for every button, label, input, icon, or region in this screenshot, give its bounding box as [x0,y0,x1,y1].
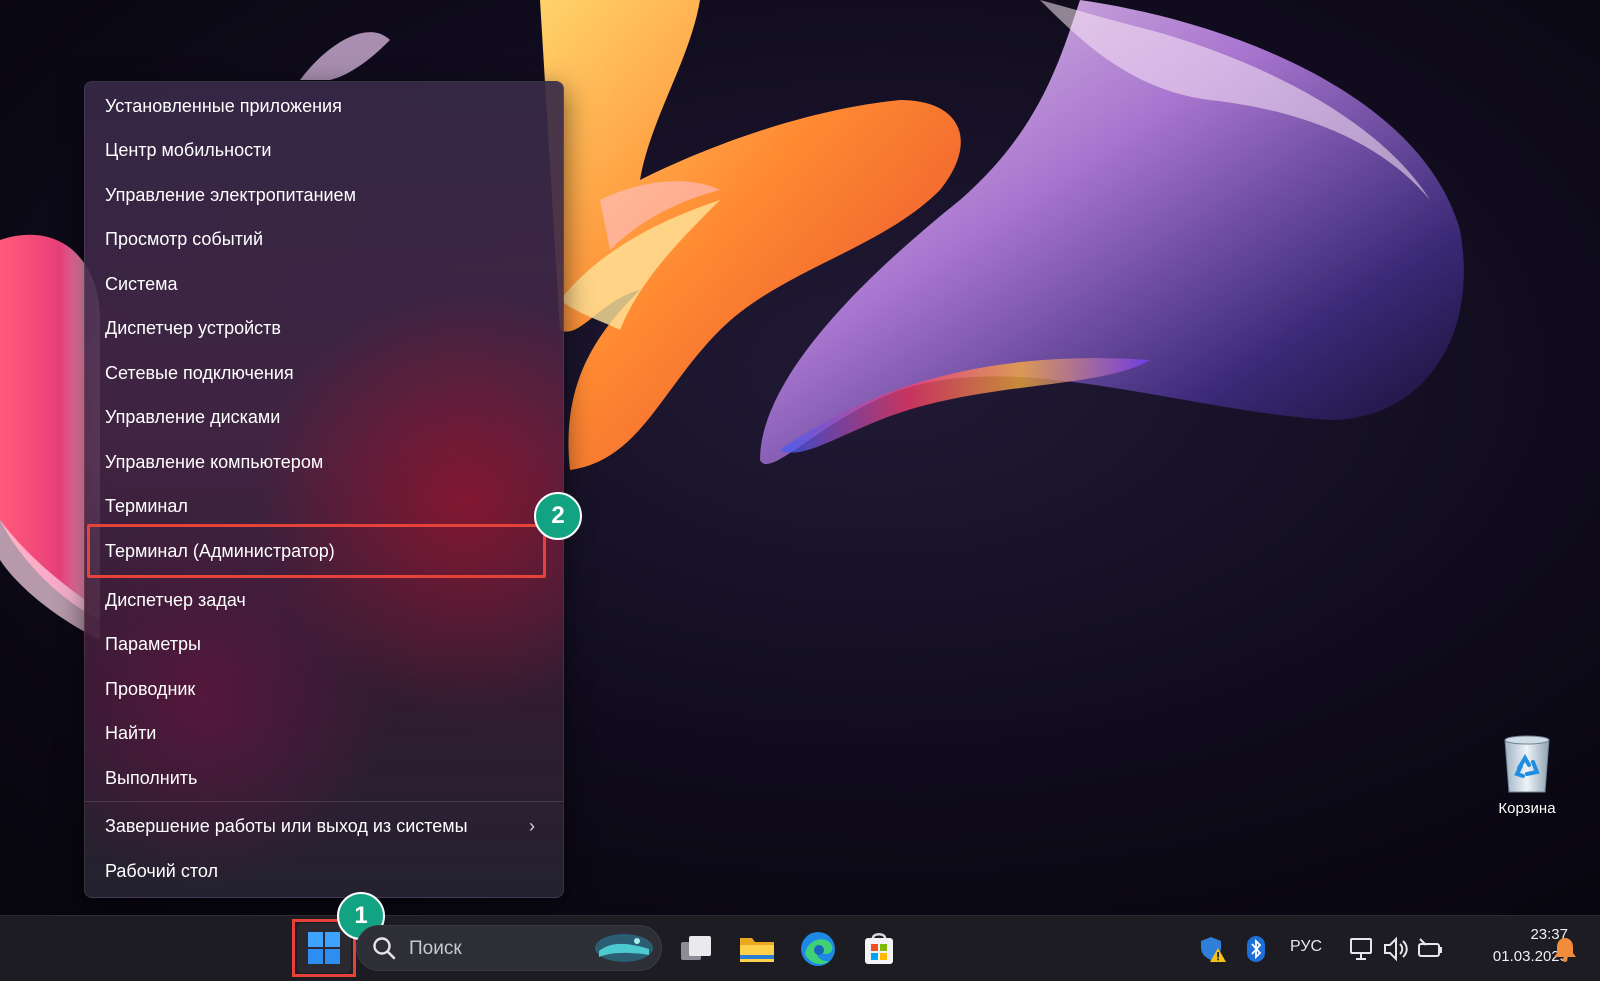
task-view-icon [681,936,711,960]
file-explorer-icon [740,938,774,962]
menu-item-terminal[interactable]: Терминал [89,486,557,526]
chevron-right-icon: › [529,816,535,836]
network-icon[interactable] [1348,935,1376,963]
menu-item-file-explorer[interactable]: Проводник [89,669,557,709]
menu-item-shutdown-signout[interactable]: Завершение работы или выход из системы › [89,806,557,846]
input-language-indicator[interactable]: РУС [1290,938,1322,956]
menu-item-shutdown-label: Завершение работы или выход из системы [105,816,468,836]
menu-item-desktop[interactable]: Рабочий стол [89,851,557,891]
bluetooth-icon[interactable] [1246,935,1266,963]
desktop: Установленные приложения Центр мобильнос… [0,0,1600,981]
step-badge-2: 2 [534,492,582,540]
menu-separator [85,801,563,802]
taskbar-search-box[interactable]: Поиск [356,925,662,971]
menu-item-event-viewer[interactable]: Просмотр событий [89,219,557,259]
search-placeholder: Поиск [409,938,462,959]
menu-item-task-manager[interactable]: Диспетчер задач [89,580,557,620]
menu-item-mobility-center[interactable]: Центр мобильности [89,130,557,170]
menu-item-run[interactable]: Выполнить [89,758,557,798]
edge-icon [801,932,835,966]
volume-icon[interactable] [1382,935,1410,963]
menu-item-installed-apps[interactable]: Установленные приложения [89,86,557,126]
search-icon [373,937,396,960]
menu-item-power-options[interactable]: Управление электропитанием [89,175,557,215]
search-highlight-icon [595,934,653,962]
recycle-bin[interactable]: Корзина [1482,734,1572,830]
clock-date[interactable]: 01.03.2025 [1440,948,1568,965]
menu-item-search[interactable]: Найти [89,713,557,753]
menu-item-settings[interactable]: Параметры [89,624,557,664]
edge-button[interactable] [797,928,839,970]
notification-bell-icon[interactable] [1552,935,1578,963]
defender-warning-icon[interactable] [1199,935,1227,963]
menu-item-device-manager[interactable]: Диспетчер устройств [89,308,557,348]
microsoft-store-button[interactable] [858,928,900,970]
menu-item-computer-management[interactable]: Управление компьютером [89,442,557,482]
task-view-button[interactable] [675,928,717,970]
menu-item-network-connections[interactable]: Сетевые подключения [89,353,557,393]
recycle-bin-icon [1504,735,1550,793]
recycle-bin-label: Корзина [1498,800,1556,817]
menu-item-disk-management[interactable]: Управление дисками [89,397,557,437]
file-explorer-button[interactable] [736,928,778,970]
microsoft-store-icon [865,933,893,964]
winx-context-menu: Установленные приложения Центр мобильнос… [84,81,564,898]
highlight-terminal-admin [87,524,546,578]
menu-item-system[interactable]: Система [89,264,557,304]
